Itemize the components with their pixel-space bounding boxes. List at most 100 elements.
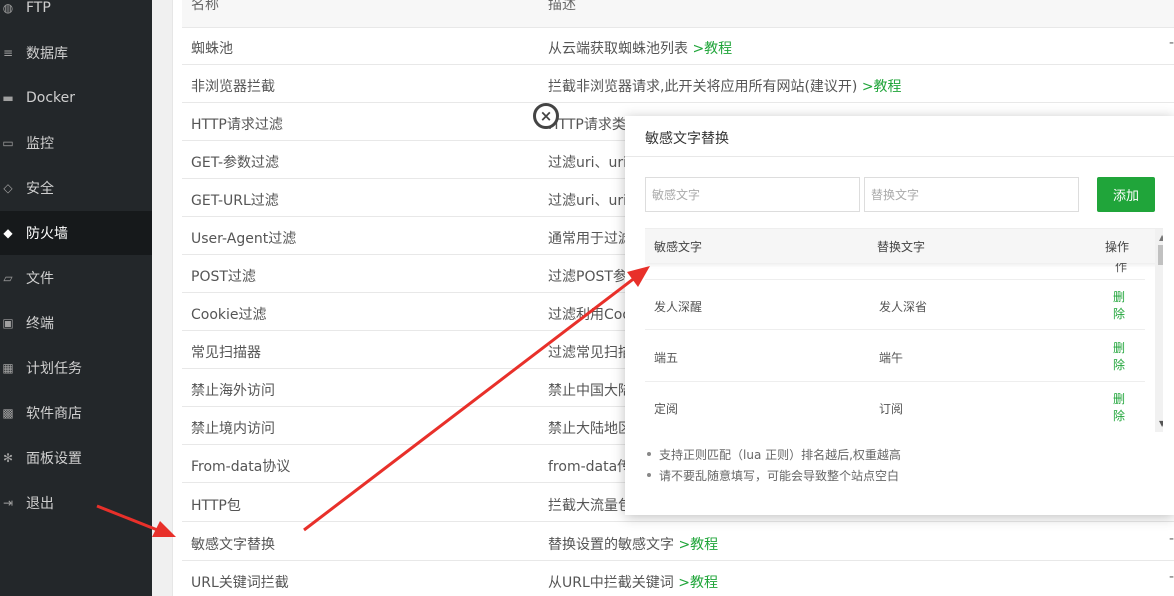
rule-name: 常见扫描器 xyxy=(191,345,261,361)
word-cell: 发人深醒 xyxy=(654,300,703,314)
sidebar-item-monitor[interactable]: ▭ 监控 xyxy=(0,121,152,165)
terminal-icon: ▣ xyxy=(2,316,14,330)
sidebar-item-label: Docker xyxy=(26,90,76,106)
calendar-icon: ▦ xyxy=(2,361,14,375)
firewall-shield-icon: ◆ xyxy=(3,226,13,240)
sidebar-item-security[interactable]: ◇ 安全 xyxy=(0,166,152,210)
delete-button[interactable]: 删除 xyxy=(1111,289,1127,323)
table-scrollbar[interactable]: ▲ ▼ xyxy=(1155,229,1163,432)
rule-name: 禁止境内访问 xyxy=(191,421,275,437)
partial-op-text: 作 xyxy=(1115,263,1128,273)
tip-item: 请不要乱随意填写，可能会导致整个站点空白 xyxy=(647,467,901,488)
scroll-down-icon[interactable]: ▼ xyxy=(1159,419,1163,428)
logout-icon: ⇥ xyxy=(2,496,14,510)
rule-name: HTTP包 xyxy=(191,498,241,514)
sidebar-item-database[interactable]: ≡ 数据库 xyxy=(0,31,152,75)
docker-icon: ▬ xyxy=(2,91,14,105)
rule-name: POST过滤 xyxy=(191,269,256,285)
modal-header: 敏感文字替换 xyxy=(625,116,1174,157)
rule-dash: - xyxy=(1168,531,1174,547)
grid-icon: ▩ xyxy=(2,406,14,420)
sidebar-item-label: 退出 xyxy=(26,496,54,512)
rule-name: 敏感文字替换 xyxy=(191,537,275,553)
shield-icon: ◇ xyxy=(3,181,13,195)
table-header: 名称 描述 xyxy=(182,0,1174,28)
folder-icon: ▱ xyxy=(3,271,13,285)
sidebar-item-label: 面板设置 xyxy=(26,451,82,467)
header-desc: 描述 xyxy=(548,0,576,13)
database-icon: ≡ xyxy=(2,46,14,60)
sidebar-item-label: 监控 xyxy=(26,136,54,152)
sidebar-item-terminal[interactable]: ▣ 终端 xyxy=(0,301,152,345)
rule-name: 非浏览器拦截 xyxy=(191,79,275,95)
sidebar-item-label: 终端 xyxy=(26,316,54,332)
replacement-word-input[interactable]: 替换文字 xyxy=(864,177,1079,212)
header-replace: 替换文字 xyxy=(877,240,926,254)
table-row: 蜘蛛池 从云端获取蜘蛛池列表 >教程 - xyxy=(182,27,1174,65)
rule-name: GET-URL过滤 xyxy=(191,193,279,209)
word-cell: 定阅 xyxy=(654,402,679,416)
rule-desc: 过滤uri、uri xyxy=(548,155,628,171)
table-row: URL关键词拦截 从URL中拦截关键词 >教程 - xyxy=(182,561,1174,596)
sidebar-item-label: 计划任务 xyxy=(26,361,82,377)
rule-desc: 替换设置的敏感文字 >教程 xyxy=(548,537,719,553)
sidebar-item-cron[interactable]: ▦ 计划任务 xyxy=(0,346,152,390)
sidebar: ◍ FTP ≡ 数据库 ▬ Docker ▭ 监控 ◇ 安全 ◆ 防火墙 ▱ 文… xyxy=(0,0,152,596)
monitor-icon: ▭ xyxy=(2,136,14,150)
add-button[interactable]: 添加 xyxy=(1097,177,1155,212)
delete-button[interactable]: 删除 xyxy=(1111,391,1127,425)
sidebar-item-store[interactable]: ▩ 软件商店 xyxy=(0,391,152,435)
replace-cell: 订阅 xyxy=(879,402,904,416)
sidebar-item-files[interactable]: ▱ 文件 xyxy=(0,256,152,300)
table-row: 定阅 订阅 删除 xyxy=(645,382,1145,432)
table-row: 敏感文字替换 替换设置的敏感文字 >教程 - xyxy=(182,523,1174,561)
rule-desc: 过滤常见扫描 xyxy=(548,345,632,361)
sensitive-word-modal: 敏感文字替换 敏感文字 替换文字 添加 敏感文字 替换文字 操作 作 发人深醒 … xyxy=(625,116,1174,515)
sidebar-item-docker[interactable]: ▬ Docker xyxy=(0,76,152,120)
close-icon[interactable]: × xyxy=(533,103,559,129)
table-row: 端五 端午 删除 xyxy=(645,331,1145,382)
sidebar-item-ftp[interactable]: ◍ FTP xyxy=(0,0,152,30)
rule-name: GET-参数过滤 xyxy=(191,155,280,171)
sensitive-word-input[interactable]: 敏感文字 xyxy=(645,177,860,212)
sidebar-item-label: 软件商店 xyxy=(26,406,82,422)
tutorial-link[interactable]: >教程 xyxy=(678,575,718,591)
sidebar-item-settings[interactable]: ✻ 面板设置 xyxy=(0,436,152,480)
scroll-up-icon[interactable]: ▲ xyxy=(1159,233,1163,242)
rule-desc: 禁止大陆地区 xyxy=(548,421,632,437)
sidebar-item-label: 防火墙 xyxy=(26,226,68,242)
rule-desc: 禁止中国大陆 xyxy=(548,383,632,399)
rule-desc: 拦截非浏览器请求,此开关将应用所有网站(建议开) >教程 xyxy=(548,79,902,95)
rule-desc: 从云端获取蜘蛛池列表 >教程 xyxy=(548,41,733,57)
table-row: 非浏览器拦截 拦截非浏览器请求,此开关将应用所有网站(建议开) >教程 xyxy=(182,65,1174,103)
rule-name: Cookie过滤 xyxy=(191,307,267,323)
sidebar-item-label: 安全 xyxy=(26,181,54,197)
replace-cell: 发人深省 xyxy=(879,300,928,314)
word-cell: 端五 xyxy=(654,351,679,365)
gear-icon: ✻ xyxy=(2,451,14,465)
sidebar-item-label: 文件 xyxy=(26,271,54,287)
rule-name: URL关键词拦截 xyxy=(191,575,289,591)
sidebar-item-logout[interactable]: ⇥ 退出 xyxy=(0,481,152,525)
rule-dash: - xyxy=(1168,569,1174,585)
rule-name: 禁止海外访问 xyxy=(191,383,275,399)
rule-name: From-data协议 xyxy=(191,459,291,475)
tutorial-link[interactable]: >教程 xyxy=(678,537,718,553)
header-name: 名称 xyxy=(191,0,219,13)
delete-button[interactable]: 删除 xyxy=(1111,340,1127,374)
tips-list: 支持正则匹配（lua 正则）排名越后,权重越高 请不要乱随意填写，可能会导致整个… xyxy=(647,446,901,488)
rule-name: HTTP请求过滤 xyxy=(191,117,283,133)
rule-desc: 拦截大流量包 xyxy=(548,498,632,514)
sidebar-item-firewall[interactable]: ◆ 防火墙 xyxy=(0,211,152,255)
rule-desc: 从URL中拦截关键词 >教程 xyxy=(548,575,718,591)
rule-dash: - xyxy=(1168,35,1174,51)
header-op: 操作 xyxy=(1105,240,1130,254)
rule-desc: 过滤uri、uri xyxy=(548,193,628,209)
tutorial-link[interactable]: >教程 xyxy=(692,41,732,57)
sidebar-item-label: 数据库 xyxy=(26,46,68,62)
modal-title: 敏感文字替换 xyxy=(645,131,729,147)
table-row: 发人深醒 发人深省 删除 xyxy=(645,279,1145,330)
scroll-thumb[interactable] xyxy=(1158,245,1163,265)
rule-name: 蜘蛛池 xyxy=(191,41,233,57)
tutorial-link[interactable]: >教程 xyxy=(862,79,902,95)
